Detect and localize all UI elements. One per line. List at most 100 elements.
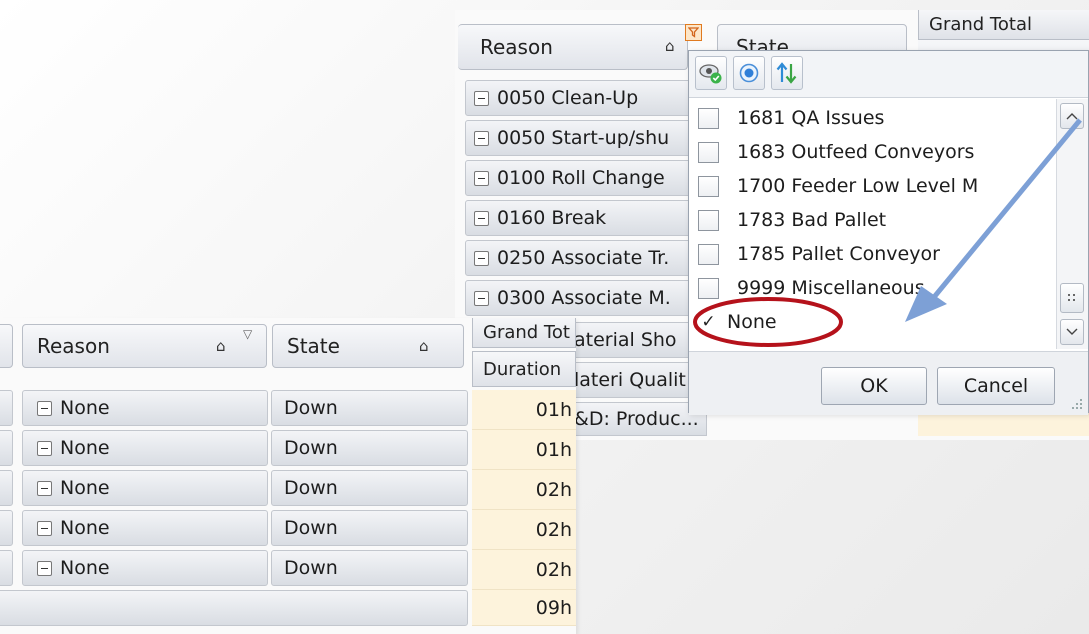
filter-item[interactable]: 9999 Miscellaneous [689,271,1057,305]
collapse-icon[interactable] [37,520,52,536]
filter-icon[interactable] [685,24,702,41]
duration-value: 02h [535,478,572,501]
table-row[interactable]: 0100 Roll Change [465,160,695,196]
reason-header-label: Reason [480,35,553,59]
reason-column-header[interactable]: Reason ⌂ ▽ [22,324,267,368]
table-row[interactable]: 0300 Associate M. [465,280,695,316]
filter-popup: 1681 QA Issues 1683 Outfeed Conveyors 17… [688,50,1089,415]
checkbox[interactable] [698,107,719,129]
filter-item[interactable]: 1681 QA Issues [689,101,1057,135]
filter-item[interactable]: 1683 Outfeed Conveyors [689,135,1057,169]
collapse-icon[interactable] [474,90,489,106]
state-value: Down [284,557,338,579]
filter-icon[interactable]: ▽ [243,327,252,341]
filter-item-label: 1783 Bad Pallet [737,209,887,231]
check-mark-icon: ✓ [701,312,716,332]
resize-grip-icon[interactable] [1070,397,1084,411]
duration-cell: 02h [472,550,576,590]
front-grid: Reason ⌂ ▽ State ⌂ Grand Tot Duration No… [0,318,576,634]
state-cell: Down [271,390,468,426]
sort-icon[interactable]: ⌂ [665,37,675,55]
checkbox[interactable] [698,209,719,231]
state-cell: Down [271,550,468,586]
collapse-icon[interactable] [37,440,52,456]
filter-item-label: 9999 Miscellaneous [737,277,925,299]
scroll-thumb[interactable] [1060,283,1084,313]
vertical-scrollbar[interactable] [1056,99,1088,349]
table-row[interactable]: aterial Sho [567,322,707,358]
reason-cell: &D: Produc... [574,408,699,430]
state-column-header[interactable]: State ⌂ [272,324,464,368]
table-row[interactable]: None [22,390,268,426]
collapse-icon[interactable] [474,170,489,186]
table-row-stub [0,430,13,466]
reason-cell: 0050 Clean-Up [497,87,639,109]
filter-item-label: 1700 Feeder Low Level M [737,175,979,197]
collapse-icon[interactable] [474,250,489,266]
duration-cell: 01h [472,390,576,430]
duration-value: 01h [535,398,572,421]
duration-cell: 02h [472,510,576,550]
checkbox[interactable] [698,243,719,265]
ok-button[interactable]: OK [821,367,927,405]
invert-selection-button[interactable] [771,56,803,90]
collapse-icon[interactable] [474,210,489,226]
collapse-icon[interactable] [474,290,489,306]
filter-value-list: 1681 QA Issues 1683 Outfeed Conveyors 17… [689,99,1057,349]
filter-item-label: 1683 Outfeed Conveyors [737,141,975,163]
cancel-button[interactable]: Cancel [937,367,1055,405]
table-row[interactable]: lateri Qualit [567,362,707,398]
show-checked-button[interactable] [695,56,727,90]
duration-value: 02h [535,518,572,541]
checkbox[interactable] [698,175,719,197]
table-row[interactable]: 0050 Clean-Up [465,80,695,116]
state-value: Down [284,517,338,539]
table-row[interactable]: None [22,430,268,466]
duration-value: 02h [535,558,572,581]
table-row-stub [0,390,13,426]
reason-cell: None [60,437,110,459]
table-row[interactable]: &D: Produc... [567,402,707,436]
grand-total-header[interactable]: Grand Total [918,10,1089,40]
column-header-stub[interactable] [0,324,13,368]
filter-item[interactable]: ✓ None [689,305,1057,339]
duration-header[interactable]: Duration [472,351,576,387]
filter-item-label: 1681 QA Issues [737,107,885,129]
table-row[interactable]: None [22,550,268,586]
collapse-icon[interactable] [37,400,52,416]
filter-item[interactable]: 1700 Feeder Low Level M [689,169,1057,203]
checkbox-checked[interactable]: ✓ [698,312,719,333]
reason-cell: lateri Qualit [574,369,686,391]
grand-total-row [0,590,468,626]
reason-header-label: Reason [37,334,110,358]
sort-icon[interactable]: ⌂ [419,337,429,355]
table-row[interactable]: 0160 Break [465,200,695,236]
collapse-icon[interactable] [474,130,489,146]
filter-item[interactable]: 1783 Bad Pallet [689,203,1057,237]
table-row[interactable]: None [22,510,268,546]
reason-cell: 0300 Associate M. [497,287,671,309]
duration-value: 01h [535,438,572,461]
filter-toolbar [689,51,1088,98]
filter-item[interactable]: 1785 Pallet Conveyor [689,237,1057,271]
select-radio-button[interactable] [733,56,765,90]
grand-total-duration-cell: 09h [472,590,576,626]
checkbox[interactable] [698,277,719,299]
grand-total-header[interactable]: Grand Tot [472,318,576,348]
state-value: Down [284,477,338,499]
reason-cell: None [60,517,110,539]
reason-column-header[interactable]: Reason ⌂ [458,24,688,70]
state-value: Down [284,437,338,459]
table-row[interactable]: None [22,470,268,506]
table-row[interactable]: 0250 Associate Tr. [465,240,695,276]
swap-arrows-icon [776,62,797,84]
scroll-down-button[interactable] [1060,319,1084,345]
checkbox[interactable] [698,141,719,163]
collapse-icon[interactable] [37,480,52,496]
scroll-up-button[interactable] [1060,103,1084,129]
collapse-icon[interactable] [37,560,52,576]
sort-icon[interactable]: ⌂ [216,337,226,355]
cancel-button-label: Cancel [963,375,1029,397]
table-row-stub [0,550,13,586]
table-row[interactable]: 0050 Start-up/shu [465,120,695,156]
